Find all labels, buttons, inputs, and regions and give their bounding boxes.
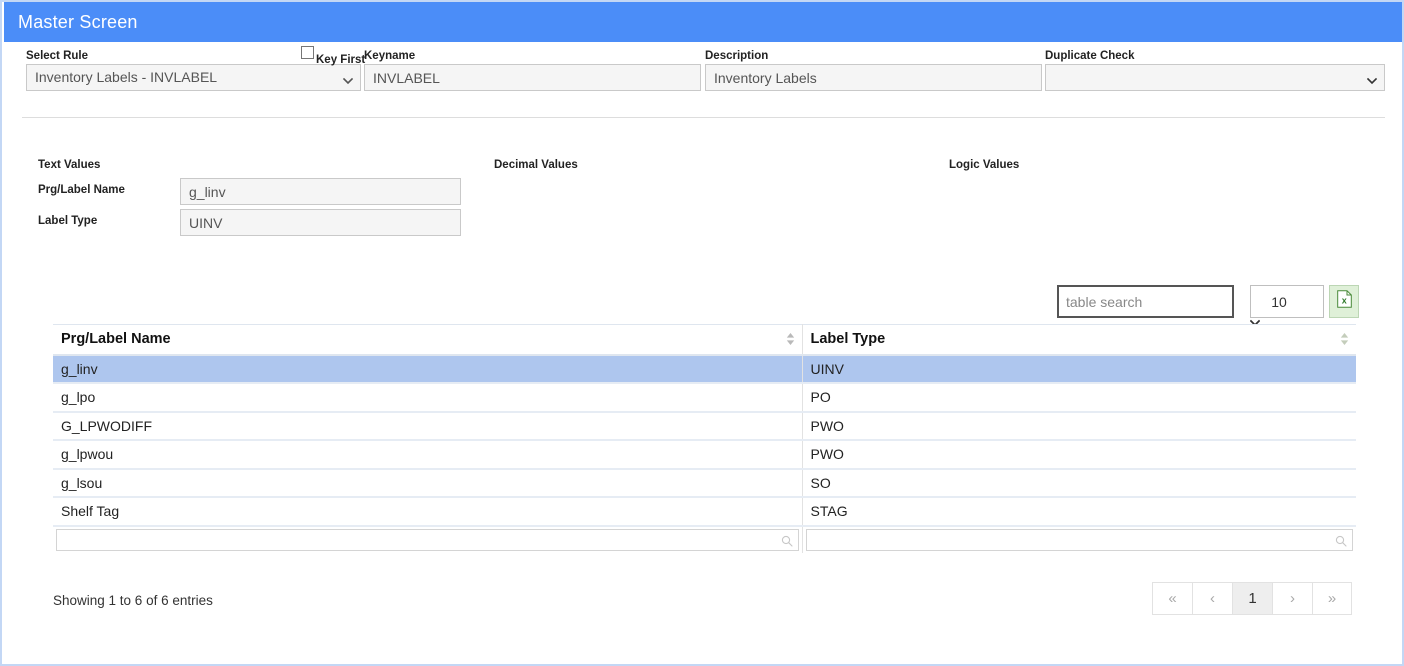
pagination: « ‹ 1 › » [1152, 582, 1352, 615]
column-filter-input[interactable] [57, 529, 798, 550]
text-values-heading: Text Values [38, 159, 101, 171]
duplicate-check-label: Duplicate Check [1045, 50, 1135, 62]
table-body: g_linv UINV g_lpo PO G_LPWODIFF PWO g_lp… [53, 354, 1356, 527]
column-header-prg-label-name[interactable]: Prg/Label Name [53, 324, 803, 356]
column-filter-label-type[interactable] [805, 528, 1353, 551]
column-filter-input[interactable] [806, 529, 1352, 550]
excel-export-icon: x [1336, 290, 1352, 313]
cell-prg-label-name: Shelf Tag [53, 497, 803, 527]
prg-label-name-input[interactable] [180, 178, 461, 205]
cell-label-type: PWO [802, 440, 1356, 470]
table-row[interactable]: g_lpo PO [53, 383, 1356, 413]
excel-export-button[interactable]: x [1329, 285, 1359, 318]
select-rule-select[interactable]: Inventory Labels - INVLABEL [26, 64, 361, 91]
pagination-page-1-button[interactable]: 1 [1232, 582, 1272, 615]
page-length-select[interactable]: 10 [1250, 285, 1324, 318]
key-first-label: Key First [316, 54, 366, 66]
table-header-row: Prg/Label Name Label Type [53, 324, 1356, 356]
page-length-dropdown[interactable]: 10 [1250, 285, 1324, 327]
pagination-last-button[interactable]: » [1312, 582, 1352, 615]
label-type-input[interactable] [180, 209, 461, 236]
footer-cell-prg-label-name [53, 525, 803, 553]
prg-label-name-label: Prg/Label Name [38, 184, 125, 196]
keyname-label: Keyname [364, 50, 416, 62]
table-info: Showing 1 to 6 of 6 entries [53, 593, 213, 608]
table-row[interactable]: G_LPWODIFF PWO [53, 411, 1356, 441]
table-row[interactable]: g_lpwou PWO [53, 440, 1356, 470]
logic-values-heading: Logic Values [949, 159, 1020, 171]
cell-prg-label-name: g_lsou [53, 468, 803, 498]
decimal-values-heading: Decimal Values [494, 159, 578, 171]
label-type-label: Label Type [38, 215, 98, 227]
svg-text:x: x [1341, 295, 1346, 305]
key-first-checkbox[interactable] [301, 46, 314, 59]
select-rule-dropdown[interactable]: Inventory Labels - INVLABEL [26, 64, 361, 91]
table-search-input[interactable] [1057, 285, 1234, 318]
cell-label-type: SO [802, 468, 1356, 498]
window-titlebar: Master Screen [4, 2, 1402, 42]
cell-prg-label-name: g_lpwou [53, 440, 803, 470]
cell-prg-label-name: G_LPWODIFF [53, 411, 803, 441]
cell-label-type: PWO [802, 411, 1356, 441]
duplicate-check-dropdown[interactable] [1045, 64, 1385, 91]
master-screen-window: Master Screen Select Rule Inventory Labe… [0, 0, 1404, 666]
cell-label-type: PO [802, 383, 1356, 413]
description-label: Description [705, 50, 769, 62]
column-header-label: Label Type [810, 331, 886, 348]
description-input[interactable] [705, 64, 1042, 91]
column-header-label: Prg/Label Name [61, 331, 171, 348]
cell-prg-label-name: g_lpo [53, 383, 803, 413]
table-footer [53, 525, 1356, 553]
column-filter-prg-label-name[interactable] [56, 528, 799, 551]
section-divider [22, 117, 1385, 118]
duplicate-check-select[interactable] [1045, 64, 1385, 91]
sort-both-icon[interactable] [1340, 332, 1349, 346]
keyname-input[interactable] [364, 64, 701, 91]
footer-cell-label-type [802, 525, 1356, 553]
table-footer-row [53, 525, 1356, 553]
cell-prg-label-name: g_linv [53, 354, 803, 384]
page-title: Master Screen [18, 12, 138, 32]
table-row[interactable]: Shelf Tag STAG [53, 497, 1356, 527]
pagination-previous-button[interactable]: ‹ [1192, 582, 1232, 615]
pagination-first-button[interactable]: « [1152, 582, 1192, 615]
select-rule-label: Select Rule [26, 50, 88, 62]
pagination-next-button[interactable]: › [1272, 582, 1312, 615]
table-row[interactable]: g_linv UINV [53, 354, 1356, 384]
data-table: Prg/Label Name Label Type g_linv UINV g_… [53, 324, 1356, 553]
table-row[interactable]: g_lsou SO [53, 468, 1356, 498]
column-header-label-type[interactable]: Label Type [802, 324, 1356, 356]
sort-both-icon[interactable] [786, 332, 795, 346]
cell-label-type: STAG [802, 497, 1356, 527]
cell-label-type: UINV [802, 354, 1356, 384]
